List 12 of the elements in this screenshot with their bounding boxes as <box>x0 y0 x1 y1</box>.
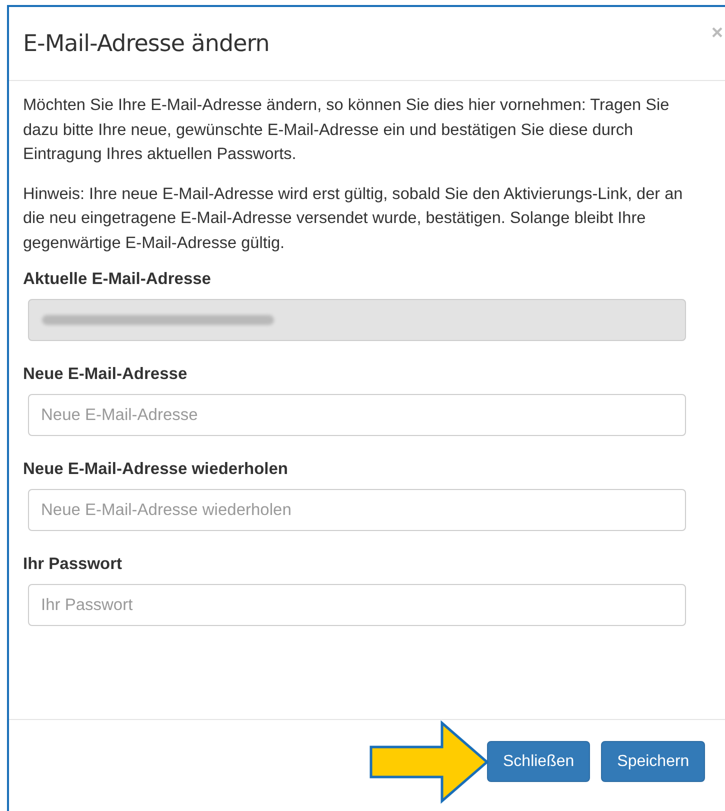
dialog-title: E-Mail-Adresse ändern <box>23 30 270 56</box>
input-field[interactable]: Neue E-Mail-Adresse wiederholen <box>28 489 686 531</box>
field-label: Neue E-Mail-Adresse <box>23 365 188 384</box>
dialog-button[interactable]: Speichern <box>601 741 706 782</box>
input-field[interactable]: Neue E-Mail-Adresse <box>28 394 686 436</box>
field-label: Aktuelle E-Mail-Adresse <box>23 270 212 289</box>
input-field[interactable]: Ihr Passwort <box>28 584 686 626</box>
info-paragraph: Möchten Sie Ihre E-Mail-Adresse ändern, so können Sie dies hier vornehmen: Tragen Sie dazu bitte Ihre neue, gewünschte E-Mail-Adresse ein und bestätigen Sie diese durch Eintragung Ihres aktuellen Passworts. <box>23 95 670 165</box>
dialog-button[interactable]: Schließen <box>487 741 590 782</box>
info-paragraph: Hinweis: Ihre neue E-Mail-Adresse wird erst gültig, sobald Sie den Aktivierungs-Link, der an die neu eingetragene E-Mail-Adresse versendet wurde, bestätigen. Solange bleibt Ihre gegenwärtige E-Mail-Adresse gültig. <box>23 184 684 254</box>
field-label: Neue E-Mail-Adresse wiederholen <box>23 460 289 479</box>
field-label: Ihr Passwort <box>23 555 124 574</box>
